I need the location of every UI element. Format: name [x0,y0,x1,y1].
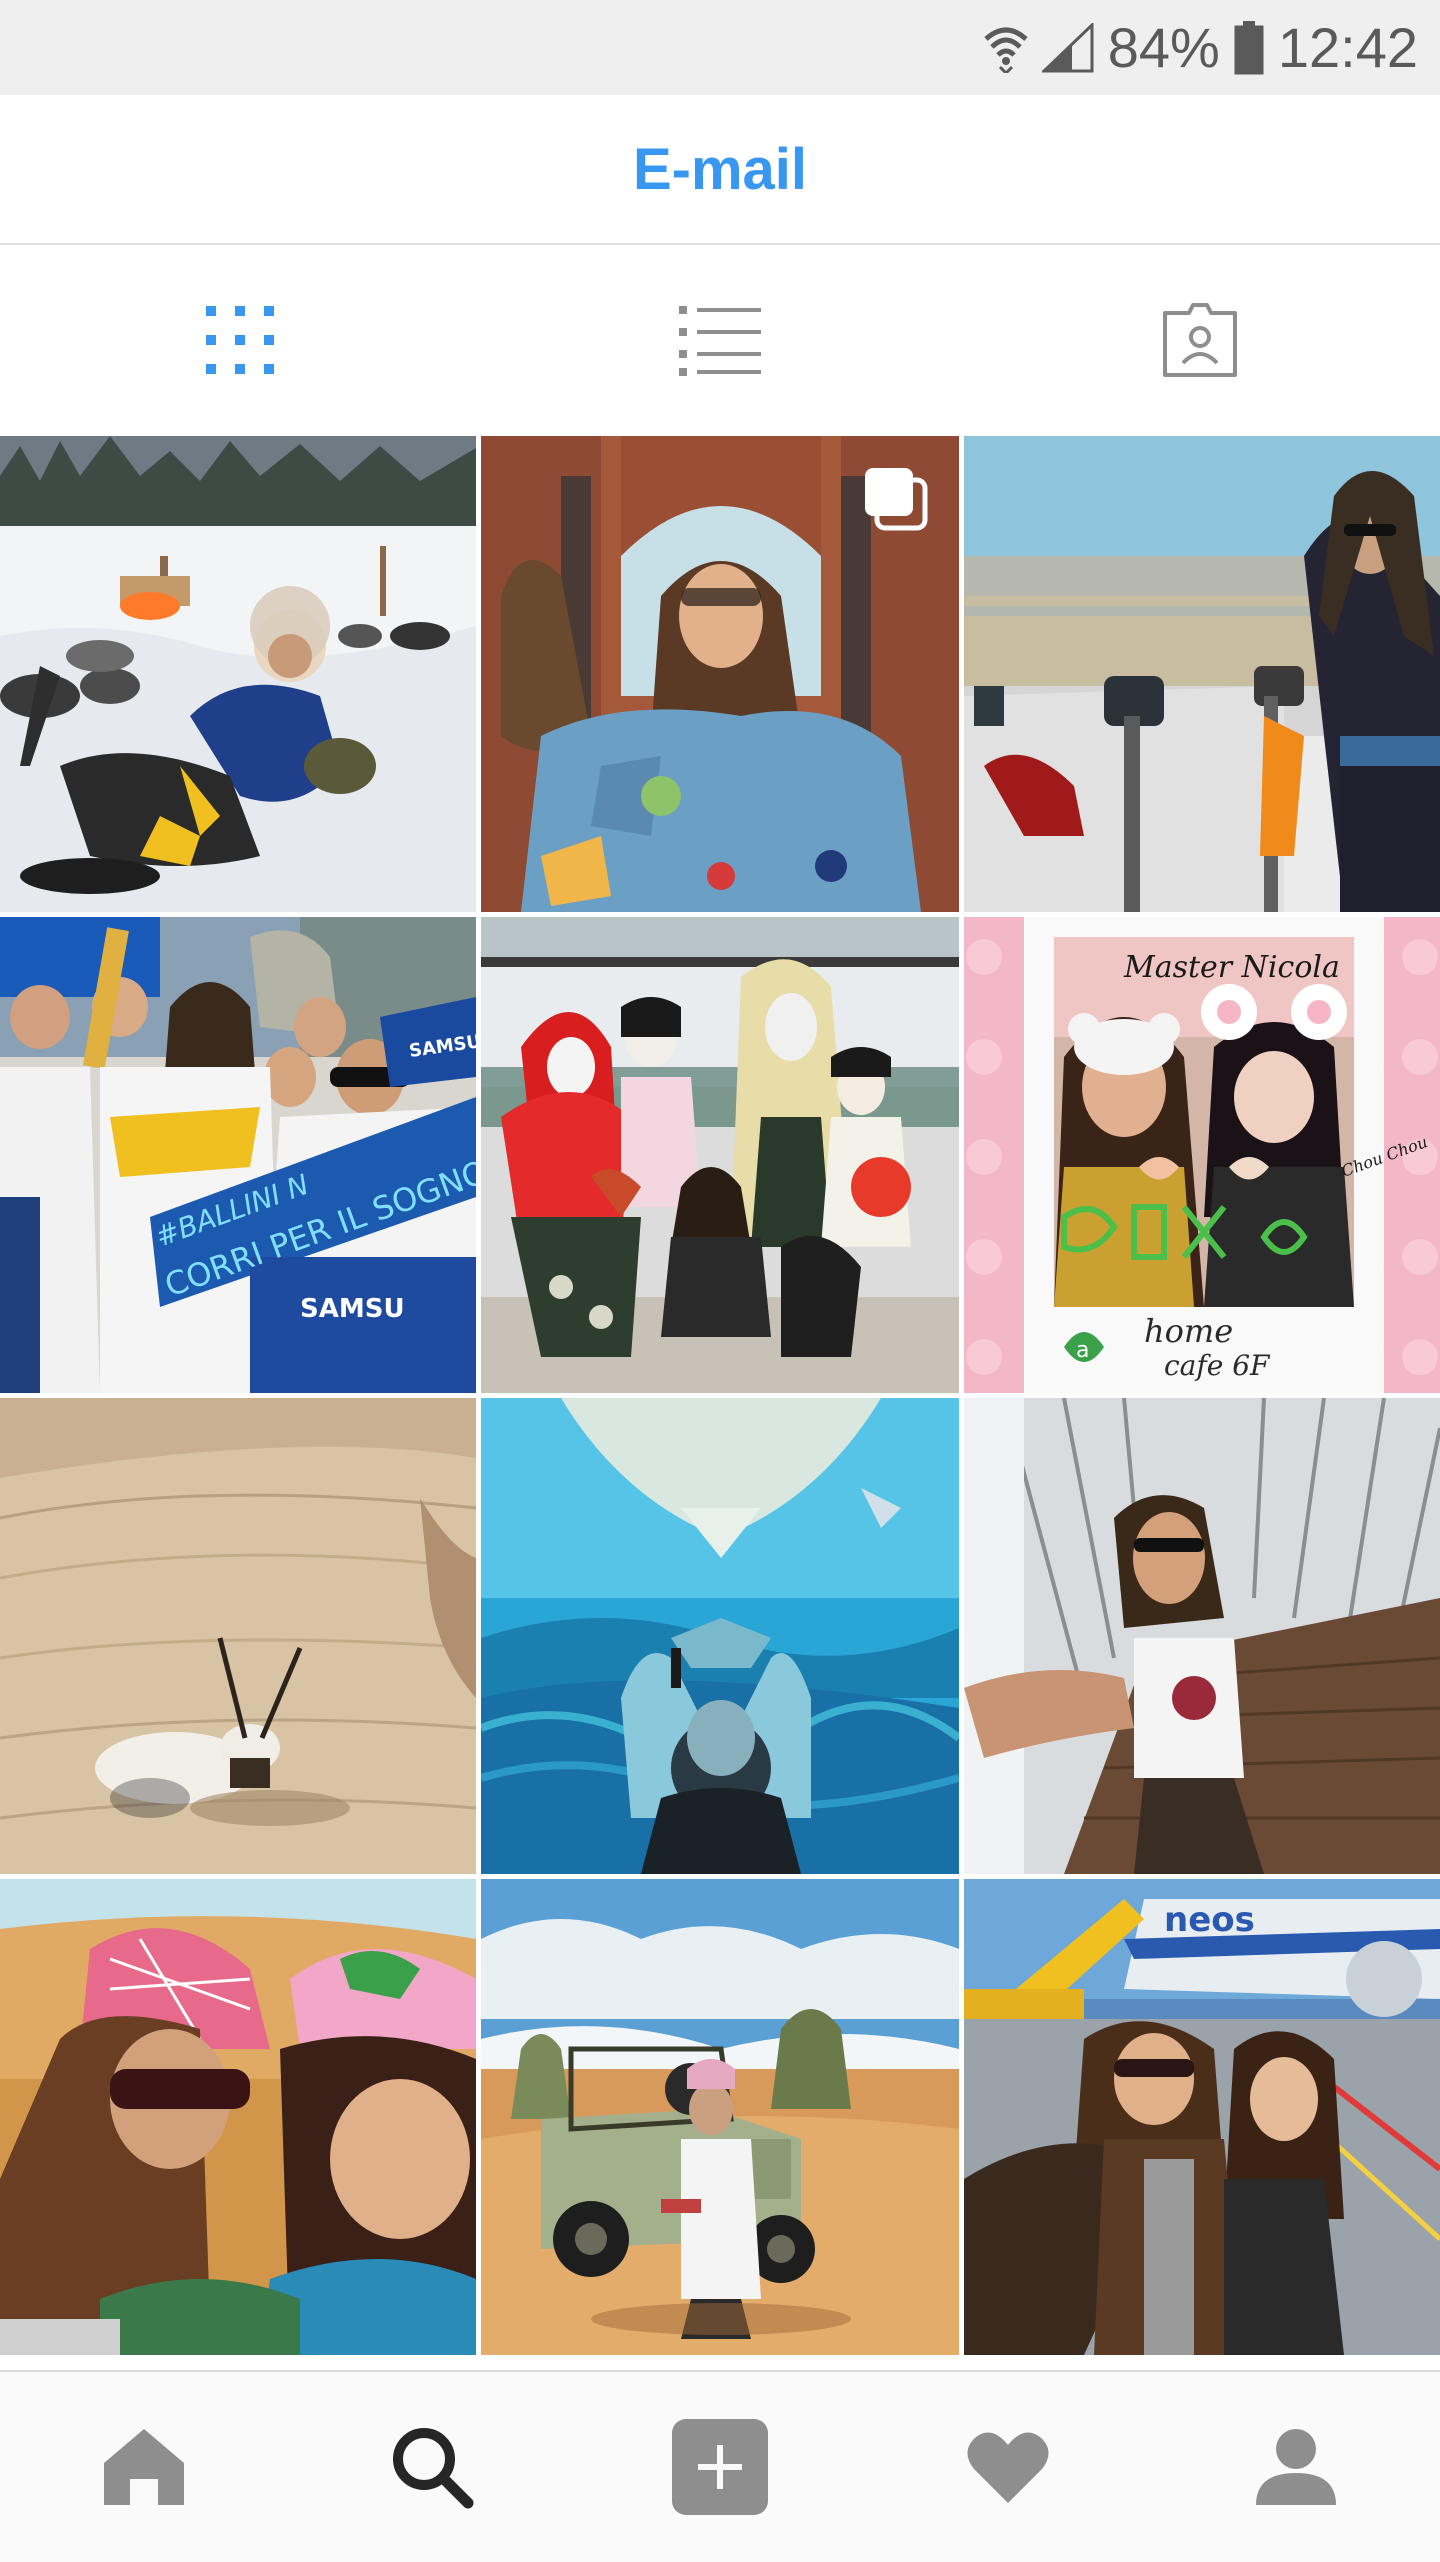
shirt-text: SAMSU [300,1294,405,1324]
photo-observation-deck [964,436,1440,912]
status-bar: 84% 12:42 [0,0,1440,95]
photo-glass-floor-selfie [964,1398,1440,1874]
grid-photo[interactable]: Master Nicola Chou Chou a home cafe 6F [964,917,1440,1393]
status-indicators: 84% 12:42 [984,0,1418,95]
photo-airport-selfie: neos [964,1879,1440,2355]
photo-instant-print: Master Nicola Chou Chou a home cafe 6F [964,917,1440,1393]
plane-livery-text: neos [1164,1900,1255,1940]
nav-activity[interactable] [864,2372,1152,2562]
grid-photo[interactable] [0,436,476,912]
tab-tagged[interactable] [960,245,1440,435]
photo-costumed-performers [481,917,959,1393]
nav-home[interactable] [0,2372,288,2562]
add-post-icon [672,2419,768,2515]
search-icon [393,2428,474,2509]
grid-photo[interactable] [481,917,959,1393]
photo-caption-line-1: home [1144,1312,1233,1350]
page-header: E-mail [0,95,1440,245]
wifi-icon [984,27,1028,73]
page-title[interactable]: E-mail [633,136,807,203]
photo-grid: #BALLINI N CORRI PER IL SOGNO SAMSUNG SA… [0,436,1440,2371]
nav-add-post[interactable] [576,2372,864,2562]
grid-icon [206,306,274,374]
battery-percent: 84% [1107,16,1220,79]
bottom-navigation [0,2370,1440,2562]
grid-photo[interactable] [0,1879,476,2355]
nav-profile[interactable] [1152,2372,1440,2562]
tagged-icon [1163,303,1237,377]
photo-caption-line-2: cafe 6F [1164,1349,1271,1382]
battery-icon [1234,20,1264,74]
photo-note-top: Master Nicola [1123,950,1340,985]
grid-photo[interactable] [481,436,959,912]
grid-photo[interactable] [0,1398,476,1874]
tab-grid-view[interactable] [0,245,480,435]
signal-icon [1041,22,1094,72]
photo-group-banner: #BALLINI N CORRI PER IL SOGNO SAMSUNG SA… [0,917,476,1393]
grid-photo[interactable] [964,1398,1440,1874]
grid-photo[interactable] [964,436,1440,912]
grid-photo[interactable] [481,1398,959,1874]
photo-sled-dogs [0,436,476,912]
multiple-photos-icon [865,468,928,531]
photo-aquarium [481,1398,959,1874]
grid-photo[interactable]: neos [964,1879,1440,2355]
profile-view-tabs [0,245,1440,435]
profile-icon [1256,2429,1336,2505]
grid-photo[interactable]: #BALLINI N CORRI PER IL SOGNO SAMSUNG SA… [0,917,476,1393]
photo-desert-oryx [0,1398,476,1874]
photo-desert-selfie [0,1879,476,2355]
tab-list-view[interactable] [480,245,960,435]
home-icon [104,2429,184,2505]
grid-photo[interactable] [481,1879,959,2355]
photo-badge-letter: a [1076,1338,1089,1363]
nav-search[interactable] [288,2372,576,2562]
activity-heart-icon [967,2432,1049,2503]
photo-desert-jeep [481,1879,959,2355]
clock: 12:42 [1277,16,1418,79]
list-icon [679,306,761,376]
